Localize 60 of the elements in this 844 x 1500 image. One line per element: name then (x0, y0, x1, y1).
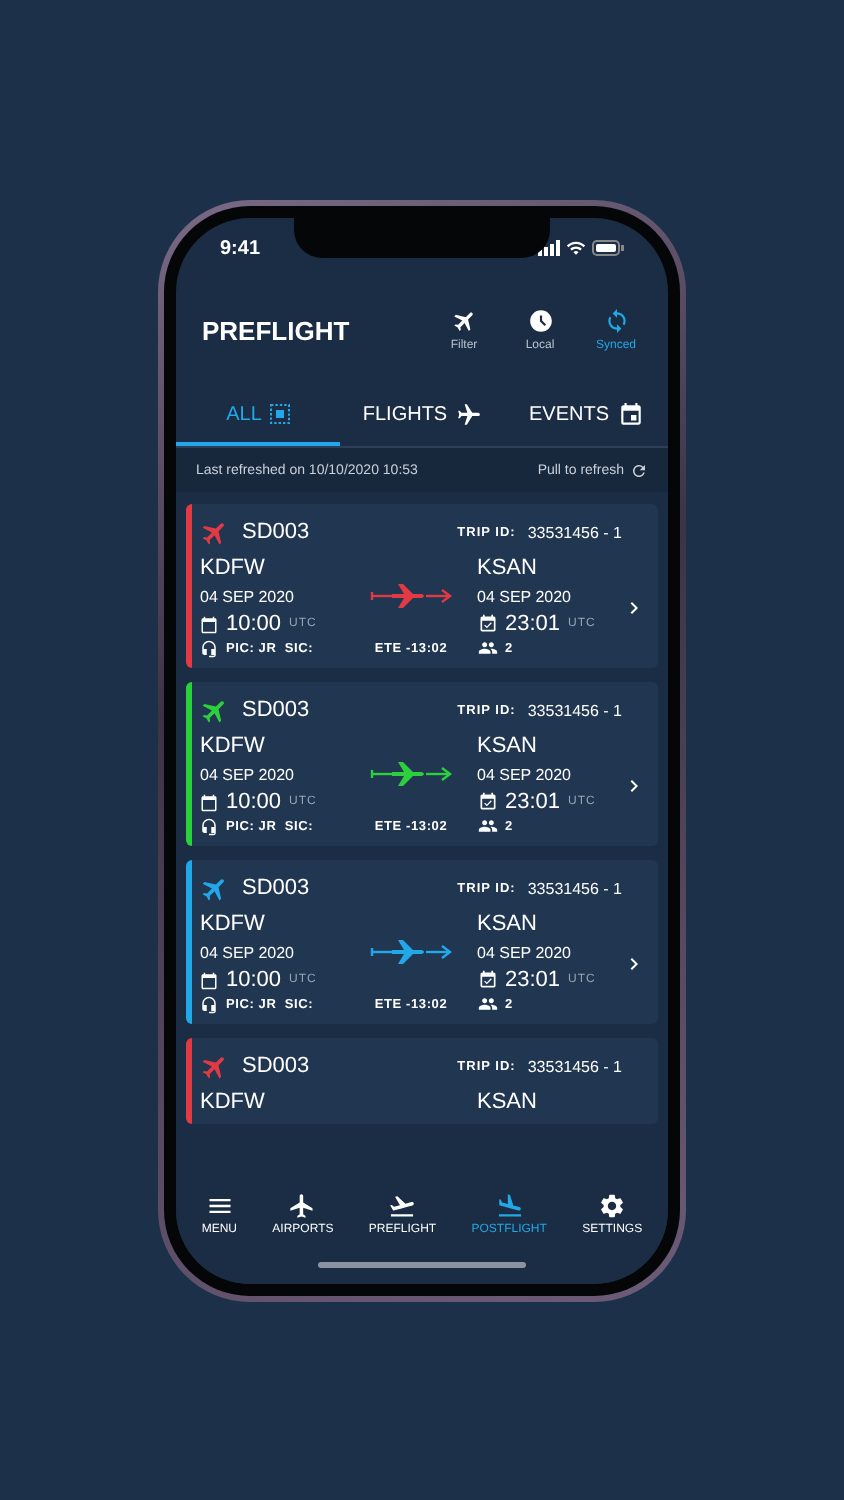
arrival-time: 23:01 (505, 790, 561, 814)
arrival-date: 04 SEP 2020 (477, 765, 574, 783)
takeoff-icon (388, 1192, 417, 1220)
destination-airport: KSAN (477, 734, 539, 758)
sync-icon (603, 308, 629, 334)
origin-airport: KDFW (200, 912, 267, 936)
destination-airport: KSAN (477, 1090, 539, 1114)
plane-icon (288, 1192, 317, 1220)
destination-airport: KSAN (477, 556, 539, 580)
origin-airport: KDFW (200, 1090, 267, 1114)
arrival-date: 04 SEP 2020 (477, 943, 574, 961)
departure-date: 04 SEP 2020 (200, 587, 297, 605)
flight-code: SD003 (242, 520, 310, 544)
calendar-check-icon (477, 614, 497, 634)
origin-airport: KDFW (200, 556, 267, 580)
plane-icon (455, 401, 482, 427)
people-icon (477, 638, 497, 658)
calendar-icon (200, 793, 218, 811)
route-arrow-icon (369, 938, 453, 966)
arrival-time: 23:01 (505, 968, 561, 992)
people-icon (477, 994, 497, 1014)
calendar-icon (200, 615, 218, 633)
flight-code: SD003 (242, 876, 310, 900)
landing-icon (495, 1192, 524, 1220)
grid-icon (269, 404, 290, 424)
trip-id: 33531456 - 1 (527, 1057, 622, 1075)
headset-icon (200, 995, 218, 1013)
wifi-icon (566, 238, 586, 258)
filter-tab[interactable]: FLIGHTS (340, 386, 504, 446)
route-arrow-icon (369, 760, 453, 788)
clock-icon (527, 308, 553, 334)
flight-code: SD003 (242, 698, 310, 722)
calendar-check-icon (477, 970, 497, 990)
trip-id: 33531456 - 1 (527, 523, 622, 541)
trip-id: 33531456 - 1 (527, 701, 622, 719)
calendar-icon (617, 401, 643, 427)
route-arrow-icon (369, 582, 453, 610)
headset-icon (200, 639, 218, 657)
origin-airport: KDFW (200, 734, 267, 758)
battery-icon (592, 240, 624, 256)
people-icon (477, 816, 497, 836)
departure-time: 10:00 (226, 612, 282, 636)
arrival-time: 23:01 (505, 612, 561, 636)
flight-code: SD003 (242, 1054, 310, 1078)
arrival-date: 04 SEP 2020 (477, 587, 574, 605)
status-time: 9:41 (220, 237, 261, 259)
settings-icon (598, 1192, 627, 1220)
departure-date: 04 SEP 2020 (200, 765, 297, 783)
signal-icon (538, 240, 560, 256)
calendar-check-icon (477, 792, 497, 812)
filter-tab[interactable]: EVENTS (504, 386, 668, 446)
headset-icon (200, 817, 218, 835)
departure-time: 10:00 (226, 968, 282, 992)
departure-time: 10:00 (226, 790, 282, 814)
trip-id: 33531456 - 1 (527, 879, 622, 897)
screen-title: PREFLIGHT (202, 315, 350, 345)
refresh-icon (630, 461, 648, 479)
destination-airport: KSAN (477, 912, 539, 936)
departure-date: 04 SEP 2020 (200, 943, 297, 961)
calendar-icon (200, 971, 218, 989)
